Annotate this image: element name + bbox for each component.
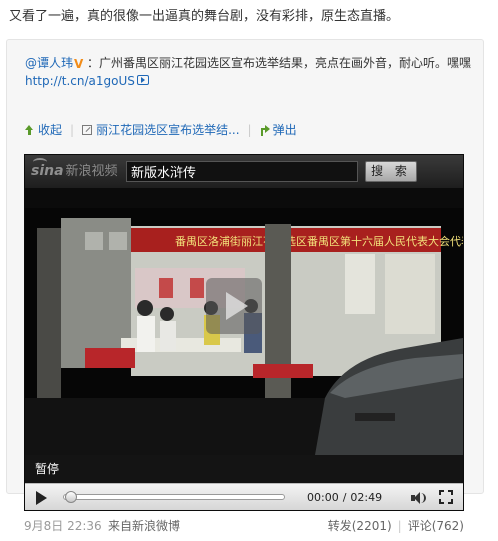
time-display: 00:00/02:49 <box>307 491 382 504</box>
action-separator: | <box>247 123 252 137</box>
quoted-post-text: @谭人玮V ：广州番禺区丽江花园选区宣布选举结果，亮点在画外音，耐心听。嘿嘿 ht… <box>25 54 473 90</box>
popout-icon <box>260 125 270 136</box>
quoted-text: 广州番禺区丽江花园选区宣布选举结果，亮点在画外音，耐心听。嘿嘿 <box>99 56 472 70</box>
volume-icon[interactable] <box>411 492 426 504</box>
video-title-label: 丽江花园选区宣布选举结... <box>96 123 240 137</box>
video-search-input[interactable] <box>126 161 358 182</box>
big-play-icon[interactable] <box>206 278 262 334</box>
post-footer: 9月8日 22:36 来自新浪微博 转发(2201) | 评论(762) <box>24 518 464 534</box>
pause-status: 暂停 <box>25 455 463 483</box>
sina-video-logo[interactable]: sina 新浪视频 <box>31 158 118 181</box>
brand-name: 新浪视频 <box>65 164 118 179</box>
banner-text: 番禺区洛浦街丽江花园选区番禺区第十六届人民代表大会代表选举 <box>175 234 463 248</box>
footer-actions: 转发(2201) | 评论(762) <box>328 518 464 534</box>
player-controls: 00:00/02:49 <box>25 483 463 510</box>
author-colon: ： <box>87 56 100 70</box>
player-header: sina新浪视频 搜 索 <box>25 155 463 188</box>
time-separator: / <box>342 491 347 504</box>
repost-button[interactable]: 转发(2201) <box>328 519 392 533</box>
post-text: 又看了一遍，真的很像一出逼真的舞台剧，没有彩排，原生态直播。 <box>9 9 400 24</box>
footer-separator: | <box>397 519 402 533</box>
author-link[interactable]: @谭人玮 <box>25 56 73 70</box>
comment-count: (762) <box>431 519 464 533</box>
video-player: sina新浪视频 搜 索 番禺区洛浦街丽江花园选区番禺区第十六届人民代表大会代表… <box>24 154 464 511</box>
search-button[interactable]: 搜 索 <box>365 161 417 182</box>
video-title-link[interactable]: 丽江花园选区宣布选举结... <box>82 122 240 138</box>
progress-knob[interactable] <box>65 491 77 503</box>
verified-badge-icon: V <box>74 57 84 71</box>
progress-bar[interactable] <box>63 494 285 500</box>
popout-button[interactable]: 弹出 <box>260 122 297 138</box>
post-date[interactable]: 9月8日 22:36 <box>24 518 102 534</box>
popout-label: 弹出 <box>272 123 297 137</box>
fullscreen-icon[interactable] <box>439 490 453 504</box>
action-separator: | <box>70 123 75 137</box>
repost-label: 转发 <box>327 519 352 533</box>
video-frame[interactable]: 番禺区洛浦街丽江花园选区番禺区第十六届人民代表大会代表选举 <box>25 188 463 455</box>
collapse-label: 收起 <box>38 123 63 137</box>
collapse-up-icon <box>25 124 34 136</box>
external-link-icon <box>82 125 93 135</box>
media-action-bar: 收起 | 丽江花园选区宣布选举结... | 弹出 <box>25 122 297 138</box>
collapse-button[interactable]: 收起 <box>25 122 62 138</box>
comment-button[interactable]: 评论(762) <box>408 519 464 533</box>
comment-label: 评论 <box>407 519 432 533</box>
short-url-link[interactable]: http://t.cn/a1goUS <box>25 74 135 88</box>
repost-count: (2201) <box>351 519 392 533</box>
current-time: 00:00 <box>307 491 339 504</box>
play-icon[interactable] <box>36 491 47 505</box>
duration: 02:49 <box>350 491 383 504</box>
post-source[interactable]: 来自新浪微博 <box>108 518 180 534</box>
sina-eye-icon <box>33 158 47 166</box>
video-link-icon[interactable] <box>136 75 149 85</box>
